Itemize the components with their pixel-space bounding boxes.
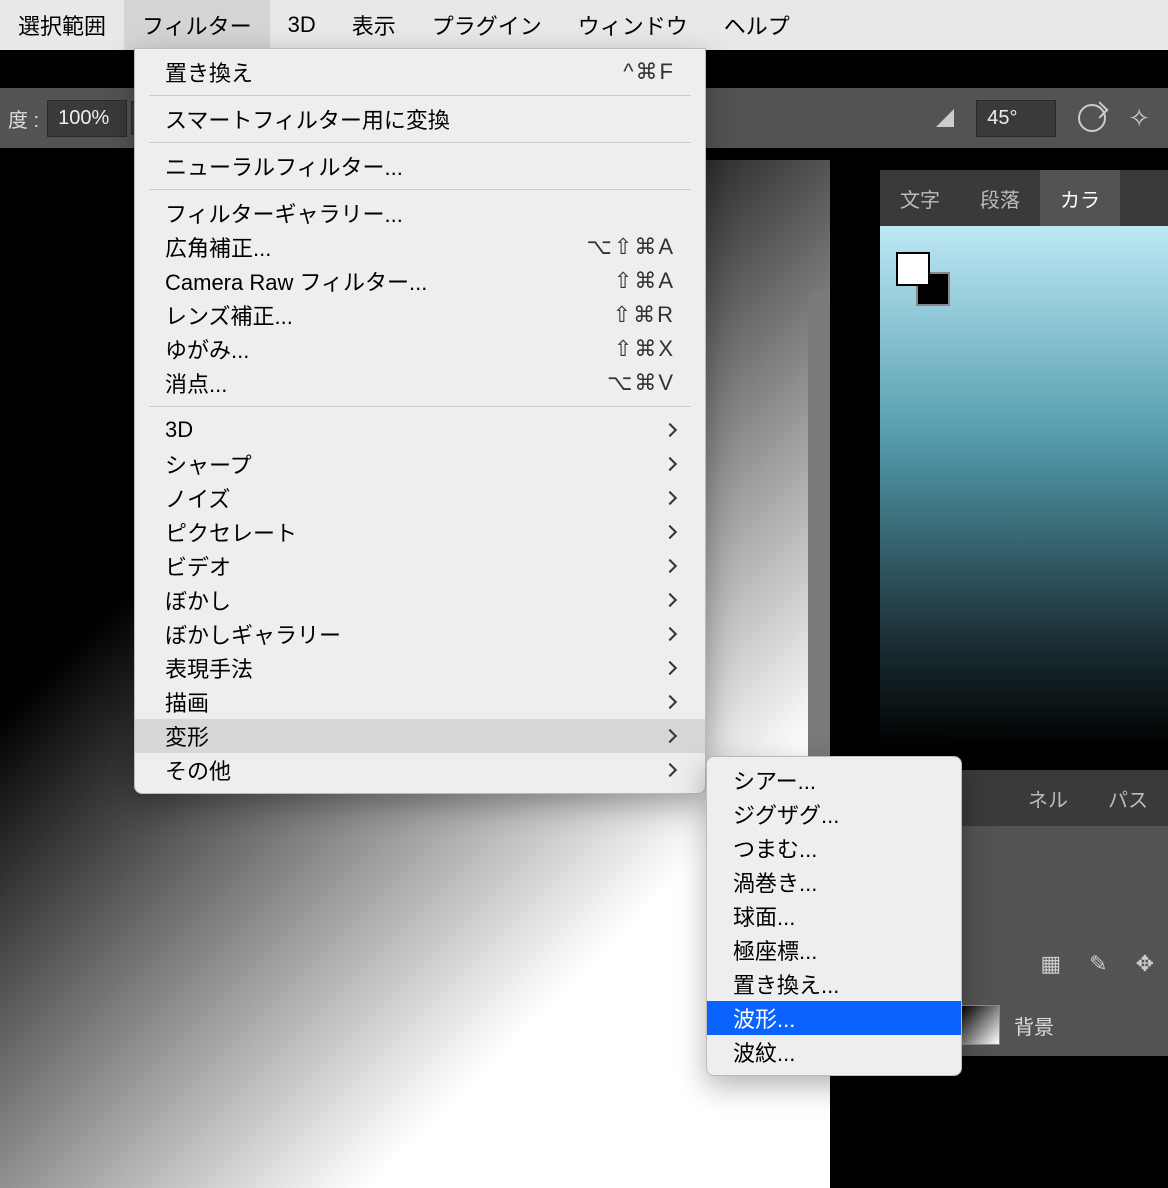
menu-filter[interactable]: フィルター — [124, 0, 270, 50]
submenu-other[interactable]: その他 — [135, 753, 705, 787]
chevron-right-icon — [663, 525, 677, 539]
shortcut-label: ^⌘F — [623, 59, 675, 85]
menu-select[interactable]: 選択範囲 — [0, 0, 124, 50]
submenu-item-spherize[interactable]: 球面... — [707, 899, 961, 933]
chevron-right-icon — [663, 695, 677, 709]
menu-liquify[interactable]: ゆがみ...⇧⌘X — [135, 332, 705, 366]
submenu-blur[interactable]: ぼかし — [135, 583, 705, 617]
layer-thumbnail — [960, 1005, 1000, 1045]
tab-channel[interactable]: ネル — [1008, 770, 1088, 826]
checker-icon[interactable]: ▦ — [1040, 951, 1061, 977]
submenu-item-shear[interactable]: シアー... — [707, 763, 961, 797]
shortcut-label: ⇧⌘R — [613, 302, 675, 328]
degree-input[interactable] — [47, 100, 127, 137]
angle-icon — [936, 109, 954, 127]
chevron-right-icon — [663, 627, 677, 641]
menu-window[interactable]: ウィンドウ — [560, 0, 706, 50]
shortcut-label: ⌥⌘V — [607, 370, 675, 396]
submenu-stylize[interactable]: 表現手法 — [135, 651, 705, 685]
tab-character[interactable]: 文字 — [880, 170, 960, 226]
separator — [149, 189, 691, 190]
chevron-right-icon — [663, 661, 677, 675]
submenu-distort[interactable]: 変形 — [135, 719, 705, 753]
chevron-right-icon — [663, 763, 677, 777]
menu-smart-filter[interactable]: スマートフィルター用に変換 — [135, 102, 705, 136]
foreground-color-swatch[interactable] — [896, 252, 930, 286]
submenu-render[interactable]: 描画 — [135, 685, 705, 719]
brush-icon[interactable]: ✎ — [1089, 951, 1107, 977]
separator — [149, 142, 691, 143]
menubar: 選択範囲 フィルター 3D 表示 プラグイン ウィンドウ ヘルプ — [0, 0, 1168, 50]
submenu-3d[interactable]: 3D — [135, 413, 705, 447]
chevron-right-icon — [663, 593, 677, 607]
chevron-right-icon — [663, 457, 677, 471]
separator — [149, 95, 691, 96]
menu-view[interactable]: 表示 — [334, 0, 414, 50]
butterfly-icon[interactable]: ✧ — [1128, 103, 1150, 134]
submenu-blur-gallery[interactable]: ぼかしギャラリー — [135, 617, 705, 651]
tab-paragraph[interactable]: 段落 — [960, 170, 1040, 226]
menu-3d[interactable]: 3D — [270, 0, 334, 50]
tab-color[interactable]: カラ — [1040, 170, 1120, 226]
menu-vanishing-point[interactable]: 消点...⌥⌘V — [135, 366, 705, 400]
submenu-item-wave[interactable]: 波形... — [707, 1001, 961, 1035]
layer-item[interactable]: 背景 — [960, 1000, 1168, 1050]
submenu-item-pinch[interactable]: つまむ... — [707, 831, 961, 865]
degree-label: 度 : — [8, 104, 39, 133]
filter-menu: 置き換え ^⌘F スマートフィルター用に変換 ニューラルフィルター... フィル… — [134, 48, 706, 794]
chevron-right-icon — [663, 729, 677, 743]
submenu-pixelate[interactable]: ピクセレート — [135, 515, 705, 549]
chevron-right-icon — [663, 491, 677, 505]
color-swatch[interactable] — [896, 252, 950, 306]
menu-lens[interactable]: レンズ補正...⇧⌘R — [135, 298, 705, 332]
menu-wide-angle[interactable]: 広角補正...⌥⇧⌘A — [135, 230, 705, 264]
target-icon[interactable] — [1078, 104, 1106, 132]
distort-submenu: シアー... ジグザグ... つまむ... 渦巻き... 球面... 極座標..… — [706, 756, 962, 1076]
menu-last-filter[interactable]: 置き換え ^⌘F — [135, 55, 705, 89]
submenu-item-polar[interactable]: 極座標... — [707, 933, 961, 967]
submenu-noise[interactable]: ノイズ — [135, 481, 705, 515]
submenu-sharpen[interactable]: シャープ — [135, 447, 705, 481]
chevron-right-icon — [663, 423, 677, 437]
submenu-item-displace[interactable]: 置き換え... — [707, 967, 961, 1001]
shortcut-label: ⌥⇧⌘A — [587, 234, 675, 260]
separator — [149, 406, 691, 407]
submenu-item-zigzag[interactable]: ジグザグ... — [707, 797, 961, 831]
submenu-item-twirl[interactable]: 渦巻き... — [707, 865, 961, 899]
menu-camera-raw[interactable]: Camera Raw フィルター...⇧⌘A — [135, 264, 705, 298]
tab-path[interactable]: パス — [1088, 770, 1168, 826]
layer-name: 背景 — [1014, 1011, 1054, 1040]
chevron-right-icon — [663, 559, 677, 573]
panel-tabs: 文字 段落 カラ — [880, 170, 1168, 226]
move-icon[interactable]: ✥ — [1136, 951, 1154, 977]
menu-neural-filter[interactable]: ニューラルフィルター... — [135, 149, 705, 183]
submenu-video[interactable]: ビデオ — [135, 549, 705, 583]
angle-input[interactable] — [976, 100, 1056, 137]
menu-help[interactable]: ヘルプ — [706, 0, 808, 50]
shortcut-label: ⇧⌘X — [614, 336, 675, 362]
submenu-item-ripple[interactable]: 波紋... — [707, 1035, 961, 1069]
shortcut-label: ⇧⌘A — [614, 268, 675, 294]
menu-filter-gallery[interactable]: フィルターギャラリー... — [135, 196, 705, 230]
menu-plugin[interactable]: プラグイン — [414, 0, 560, 50]
